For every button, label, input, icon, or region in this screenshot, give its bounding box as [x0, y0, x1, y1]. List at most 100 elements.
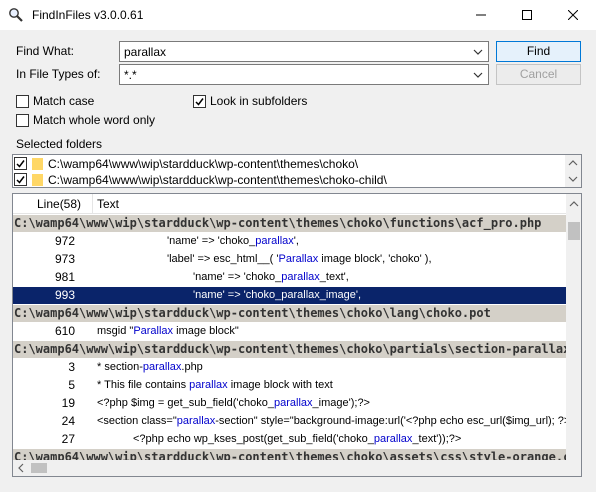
folder-path: C:\wamp64\www\wip\stardduck\wp-content\t… — [48, 157, 359, 171]
match-text: <?php echo wp_kses_post(get_sub_field('c… — [133, 431, 461, 448]
result-row[interactable]: 19 <?php $img = get_sub_field('choko_para… — [13, 395, 566, 412]
h-scroll-thumb[interactable] — [31, 463, 47, 473]
folder-row[interactable]: C:\wamp64\www\wip\stardduck\wp-content\t… — [13, 172, 565, 187]
results-vertical-scrollbar[interactable] — [566, 194, 582, 460]
match-text-after: .php — [181, 361, 203, 373]
match-case-label: Match case — [33, 94, 95, 108]
find-button[interactable]: Find — [496, 41, 581, 62]
folder-path: C:\wamp64\www\wip\stardduck\wp-content\t… — [48, 173, 387, 187]
match-text-before: <section class=" — [97, 415, 177, 427]
match-text-after: ', — [293, 235, 299, 247]
maximize-button[interactable] — [504, 0, 550, 30]
match-text-after: _text'));?> — [412, 433, 462, 445]
result-file-header[interactable]: C:\wamp64\www\wip\stardduck\wp-content\t… — [13, 215, 567, 232]
look-in-subfolders-checkbox[interactable] — [193, 95, 206, 108]
cancel-button[interactable]: Cancel — [496, 64, 581, 85]
close-button[interactable] — [550, 0, 596, 30]
match-text-before: <?php echo wp_kses_post(get_sub_field('c… — [133, 433, 374, 445]
match-text-before: * section- — [97, 361, 143, 373]
match-case-checkbox[interactable] — [16, 95, 29, 108]
match-text-before: 'name' => 'choko_ — [193, 289, 282, 301]
chevron-down-icon — [473, 49, 483, 55]
match-text-before: 'name' => 'choko_ — [167, 235, 256, 247]
folder-checkbox[interactable] — [14, 157, 27, 170]
scroll-down-icon[interactable] — [565, 171, 581, 187]
minimize-icon — [476, 14, 486, 16]
checkmark-icon — [16, 160, 25, 168]
match-text-before: 'name' => 'choko_ — [193, 271, 282, 283]
result-row[interactable]: 973 'label' => esc_html__( 'Parallax imag… — [13, 251, 566, 268]
find-what-label: Find What: — [16, 44, 75, 58]
match-highlight: parallax — [176, 415, 216, 427]
find-what-value: parallax — [124, 45, 167, 59]
match-text-after: -section" style="background-image:url('<… — [215, 415, 566, 427]
match-highlight: parallax — [274, 397, 313, 409]
minimize-button[interactable] — [458, 0, 504, 30]
result-row[interactable]: 27 <?php echo wp_kses_post(get_sub_field(… — [13, 431, 566, 448]
result-row[interactable]: 5 * This file contains parallax image bl… — [13, 377, 566, 394]
match-text-after: _image');?> — [312, 397, 370, 409]
result-row[interactable]: 972 'name' => 'choko_parallax', — [13, 233, 566, 250]
scroll-left-icon[interactable] — [13, 460, 29, 476]
match-highlight: Parallax — [133, 325, 174, 337]
window-title: FindInFiles v3.0.0.61 — [32, 8, 144, 22]
chevron-down-icon — [473, 72, 483, 78]
result-row[interactable]: 610 msgid "Parallax image block" — [13, 323, 566, 340]
match-text-after: image block" — [173, 325, 239, 337]
folders-scrollbar[interactable] — [565, 155, 581, 187]
match-highlight: parallax — [281, 289, 320, 301]
result-row[interactable]: 981 'name' => 'choko_parallax_text', — [13, 269, 566, 286]
checkmark-icon — [16, 176, 25, 184]
line-number: 973 — [54, 252, 75, 266]
find-what-combo[interactable]: parallax — [119, 41, 489, 62]
result-row[interactable]: 3 * section-parallax.php — [13, 359, 566, 376]
result-file-header[interactable]: C:\wamp64\www\wip\stardduck\wp-content\t… — [13, 341, 567, 358]
magnifier-app-icon — [9, 8, 23, 22]
match-text-before: 'label' => esc_html__( ' — [167, 253, 279, 265]
folder-icon — [32, 158, 43, 170]
match-whole-word-checkbox[interactable] — [16, 114, 29, 127]
match-text: msgid "Parallax image block" — [97, 323, 239, 340]
match-text: <?php $img = get_sub_field('choko_parall… — [97, 395, 370, 412]
match-text: <section class="parallax-section" style=… — [97, 413, 566, 430]
match-highlight: Parallax — [278, 253, 319, 265]
scroll-up-icon[interactable] — [565, 155, 581, 171]
line-number: 972 — [54, 234, 75, 248]
folder-checkbox[interactable] — [14, 173, 27, 186]
results-list[interactable]: Line(58) Text C:\wamp64\www\wip\stardduc… — [12, 193, 582, 477]
result-row[interactable]: 993 'name' => 'choko_parallax_image', — [13, 287, 566, 304]
results-horizontal-scrollbar[interactable] — [13, 460, 581, 476]
selected-folders-list[interactable]: C:\wamp64\www\wip\stardduck\wp-content\t… — [12, 154, 582, 188]
close-icon — [568, 10, 578, 20]
match-text-before: msgid " — [97, 325, 134, 337]
result-row[interactable]: 24 <section class="parallax-section" styl… — [13, 413, 566, 430]
match-text: * section-parallax.php — [97, 359, 203, 376]
line-number: 981 — [54, 270, 75, 284]
scroll-thumb[interactable] — [568, 222, 580, 240]
match-highlight: parallax — [281, 271, 320, 283]
match-text-before: <?php $img = get_sub_field('choko_ — [97, 397, 275, 409]
line-number: 993 — [54, 288, 75, 302]
title-bar[interactable]: FindInFiles v3.0.0.61 — [0, 0, 596, 30]
folder-row[interactable]: C:\wamp64\www\wip\stardduck\wp-content\t… — [13, 156, 565, 172]
column-header-text[interactable]: Text — [93, 194, 566, 214]
match-text-after: _text', — [319, 271, 349, 283]
results-body[interactable]: C:\wamp64\www\wip\stardduck\wp-content\t… — [13, 215, 567, 476]
column-header-line[interactable]: Line(58) — [13, 194, 93, 214]
result-file-header[interactable]: C:\wamp64\www\wip\stardduck\wp-content\t… — [13, 305, 567, 322]
match-text-after: _image', — [319, 289, 362, 301]
file-types-combo[interactable]: *.* — [119, 64, 489, 85]
match-highlight: parallax — [142, 361, 182, 373]
line-number: 3 — [68, 360, 75, 374]
scroll-up-icon[interactable] — [566, 196, 582, 212]
match-text: 'name' => 'choko_parallax_image', — [193, 287, 361, 304]
line-number: 27 — [61, 432, 75, 446]
match-highlight: parallax — [255, 235, 294, 247]
folder-icon — [32, 174, 43, 186]
match-text: 'name' => 'choko_parallax', — [167, 233, 299, 250]
match-text-after: image block with text — [227, 379, 333, 391]
line-number: 24 — [61, 414, 75, 428]
file-types-value: *.* — [124, 68, 137, 82]
match-text: 'name' => 'choko_parallax_text', — [193, 269, 349, 286]
match-text: 'label' => esc_html__( 'Parallax image b… — [167, 251, 432, 268]
